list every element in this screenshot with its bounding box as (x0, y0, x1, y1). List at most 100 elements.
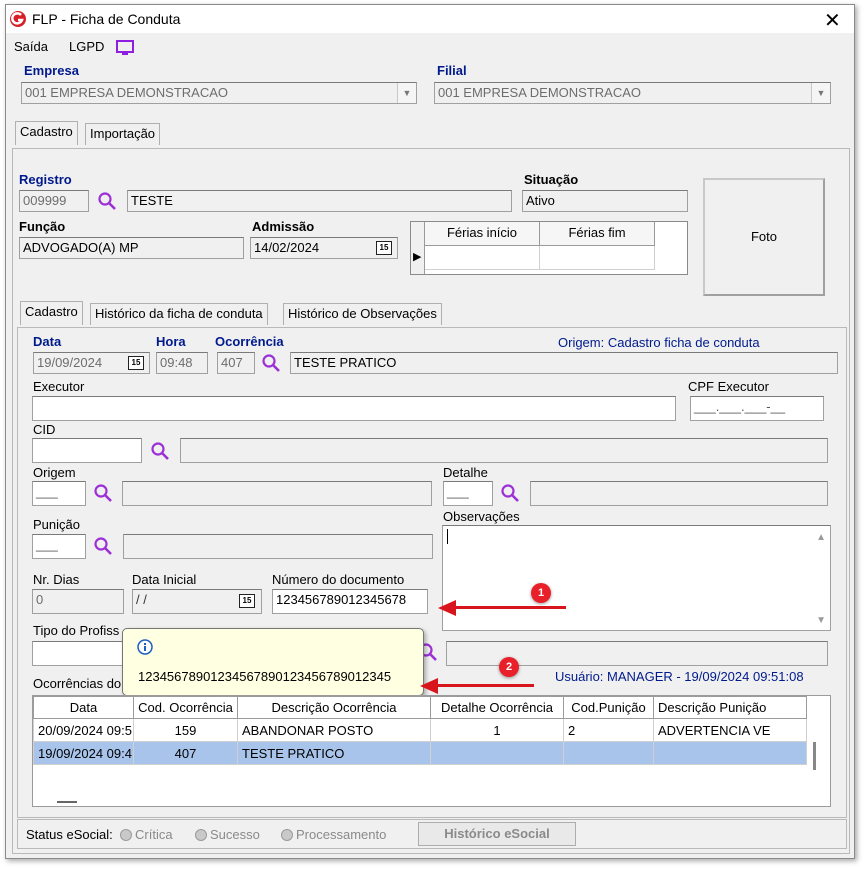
tipo-profissional-label: Tipo do Profiss (33, 623, 120, 638)
situacao-value: Ativo (526, 193, 555, 208)
search-icon[interactable] (500, 483, 522, 505)
col-header-detalhe-ocorrencia[interactable]: Detalhe Ocorrência (430, 696, 564, 719)
punicao-mask: ___ (36, 537, 58, 552)
table-row[interactable]: 20/09/2024 09:5... 159 ABANDONAR POSTO 1… (33, 718, 807, 742)
chevron-down-icon[interactable]: ▼ (397, 83, 416, 103)
filial-value: 001 EMPRESA DEMONSTRACAO (438, 85, 641, 100)
hora-field[interactable]: 09:48 (156, 352, 208, 374)
funcao-field: ADVOGADO(A) MP (19, 237, 244, 259)
registro-label: Registro (19, 172, 72, 187)
executor-field[interactable] (32, 396, 676, 421)
origem-field[interactable]: ___ (32, 481, 86, 506)
cid-desc-field (180, 438, 828, 463)
radio-critica-label: Crítica (135, 827, 173, 842)
col-header-data[interactable]: Data (33, 696, 134, 719)
detalhe-desc-field (530, 481, 828, 506)
ferias-indicator-col (411, 222, 425, 274)
scroll-up-icon[interactable]: ▲ (816, 532, 826, 543)
cid-field[interactable] (32, 438, 142, 463)
tab-importacao[interactable]: Importação (85, 123, 161, 145)
row-pointer-icon: ▶ (413, 251, 422, 263)
table-cell: ABANDONAR POSTO (237, 718, 431, 742)
cpf-mask: ___.___.___-__ (694, 399, 786, 414)
col-header-descricao-punicao[interactable]: Descrição Punição (653, 696, 807, 719)
ferias-cell (540, 246, 655, 270)
calendar-icon[interactable]: 15 (376, 241, 392, 255)
search-icon[interactable] (150, 441, 172, 463)
search-icon[interactable] (261, 353, 283, 375)
tab-cadastro-label: Cadastro (20, 124, 73, 139)
punicao-field[interactable]: ___ (32, 534, 86, 559)
calendar-icon[interactable]: 15 (128, 356, 144, 370)
table-scrollbar[interactable] (813, 742, 816, 770)
menu-saida[interactable]: Saída (14, 39, 48, 54)
search-icon[interactable] (93, 536, 115, 558)
observacoes-label: Observações (443, 509, 520, 524)
executor-label: Executor (33, 379, 85, 394)
tab-historico-ficha[interactable]: Histórico da ficha de conduta (90, 303, 268, 325)
window-title: FLP - Ficha de Conduta (32, 11, 181, 27)
inner-tab-bar: Cadastro Histórico da ficha de conduta H… (17, 301, 847, 329)
cpf-executor-field[interactable]: ___.___.___-__ (690, 396, 824, 421)
table-cell: TESTE PRATICO (237, 741, 431, 765)
data-inicial-label: Data Inicial (132, 572, 197, 587)
hora-value: 09:48 (160, 355, 193, 370)
table-cell: 1 (430, 718, 564, 742)
tab-cadastro[interactable]: Cadastro (15, 121, 78, 145)
tipo-profissional-field[interactable] (32, 641, 132, 666)
search-icon[interactable] (97, 191, 119, 213)
radio-processamento-label: Processamento (296, 827, 387, 842)
ferias-fim-header: Férias fim (540, 222, 655, 246)
punicao-label: Punição (33, 517, 80, 532)
registro-code-field[interactable]: 009999 (19, 190, 89, 212)
observacoes-textarea[interactable]: ▲ ▼ (442, 525, 831, 631)
annotation-badge-2: 2 (499, 657, 519, 677)
historico-esocial-button[interactable]: Histórico eSocial (418, 822, 576, 846)
numero-doc-field[interactable]: 123456789012345678 (272, 589, 428, 614)
situacao-field: Ativo (522, 190, 688, 212)
tab-inner-cadastro[interactable]: Cadastro (20, 301, 83, 325)
ocorrencias-table: Data Cod. Ocorrência Descrição Ocorrênci… (32, 695, 831, 807)
search-icon[interactable] (93, 483, 115, 505)
detalhe-field[interactable]: ___ (443, 481, 493, 506)
ferias-fim-label: Férias fim (568, 225, 626, 240)
situacao-label: Situação (524, 172, 579, 187)
foto-box[interactable]: Foto (703, 178, 825, 296)
ocorrencia-code-field[interactable]: 407 (217, 352, 255, 374)
calendar-icon[interactable]: 15 (239, 594, 255, 608)
monitor-icon[interactable] (116, 40, 134, 59)
tab-historico-observacoes[interactable]: Histórico de Observações (283, 303, 442, 325)
close-icon[interactable]: ✕ (824, 8, 841, 33)
table-cell: 407 (133, 741, 238, 765)
registro-code: 009999 (23, 193, 67, 208)
annotation-arrow-1 (454, 606, 566, 609)
radio-processamento: Processamento (281, 827, 386, 842)
cpf-executor-label: CPF Executor (688, 379, 769, 394)
origem-mask: ___ (36, 484, 58, 499)
table-row[interactable]: 19/09/2024 09:4... 407 TESTE PRATICO (33, 741, 807, 765)
filial-combo[interactable]: 001 EMPRESA DEMONSTRACAO ▼ (434, 82, 831, 104)
col-header-cod-ocorrencia[interactable]: Cod. Ocorrência (133, 696, 238, 719)
historico-esocial-label: Histórico eSocial (444, 826, 550, 841)
chevron-down-icon[interactable]: ▼ (811, 83, 830, 103)
registro-name-field: TESTE (127, 190, 512, 212)
arrow-head-1-icon (438, 600, 456, 616)
table-cell: 20/09/2024 09:5... (33, 718, 134, 742)
empresa-label: Empresa (24, 63, 79, 78)
tooltip-text: 12345678901234567890123456789012345 (138, 669, 392, 684)
top-tab-bar: Cadastro Importação (12, 121, 852, 149)
col-header-descricao-ocorrencia[interactable]: Descrição Ocorrência (237, 696, 431, 719)
scroll-down-icon[interactable]: ▼ (816, 615, 826, 626)
menu-lgpd[interactable]: LGPD (69, 39, 104, 54)
empresa-combo[interactable]: 001 EMPRESA DEMONSTRACAO ▼ (21, 82, 417, 104)
table-cell: 19/09/2024 09:4... (33, 741, 134, 765)
detalhe-mask: ___ (447, 484, 469, 499)
radio-icon (281, 829, 293, 841)
data-label: Data (33, 334, 62, 349)
punicao-desc-field (123, 534, 433, 559)
foto-label: Foto (750, 229, 777, 244)
ocorrencias-label: Ocorrências do (33, 676, 122, 691)
registro-name: TESTE (131, 193, 173, 208)
col-header-cod-punicao[interactable]: Cod.Punição (563, 696, 654, 719)
nr-dias-field[interactable]: 0 (32, 589, 124, 614)
